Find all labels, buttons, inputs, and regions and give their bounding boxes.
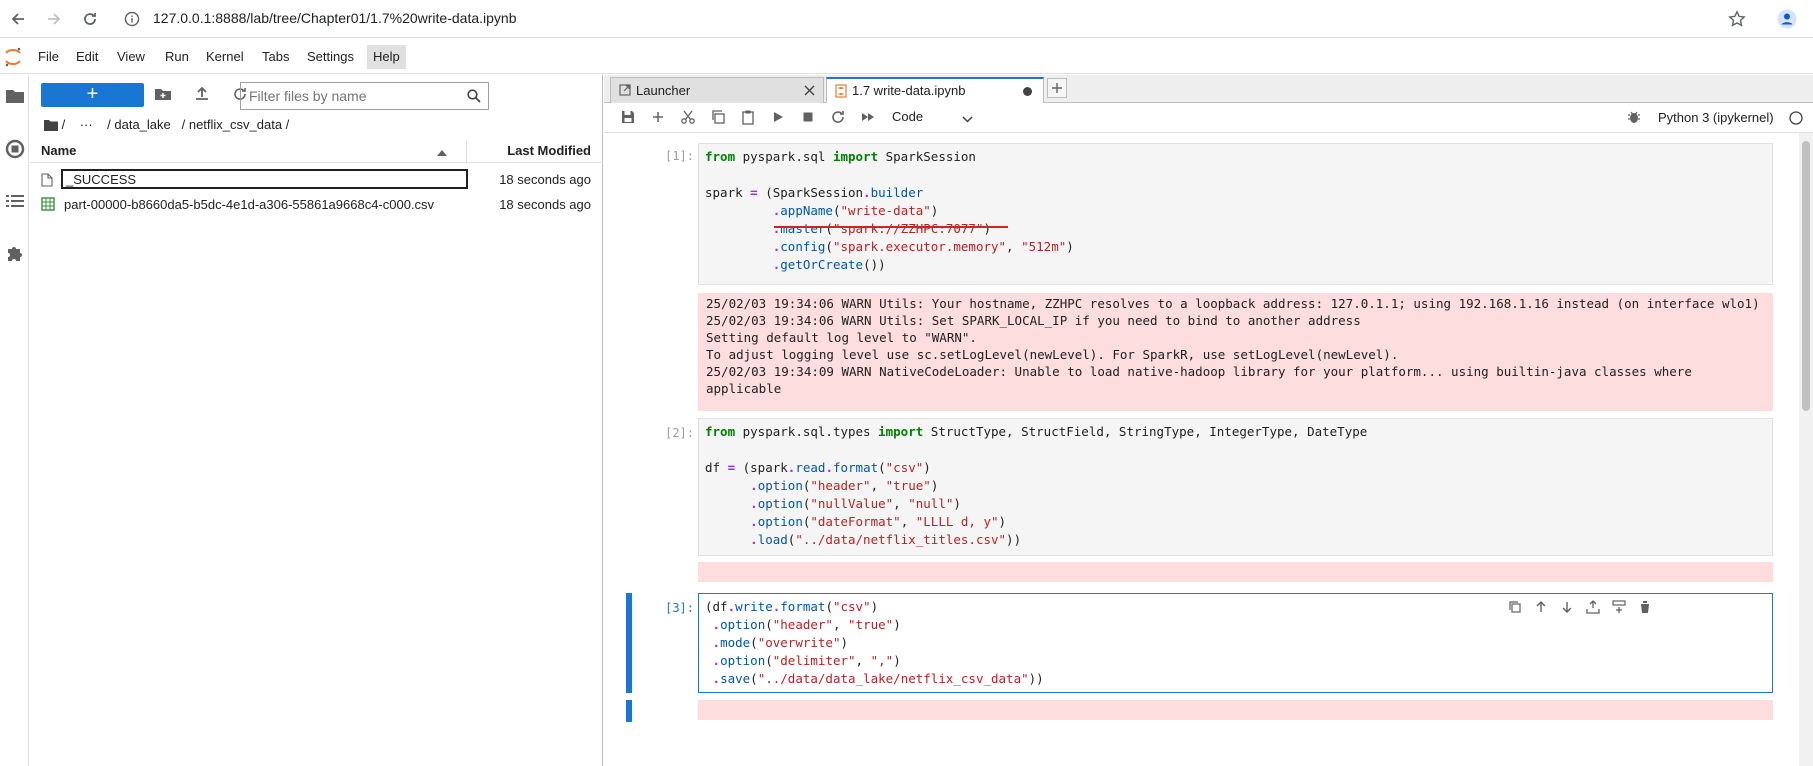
kernel-status-idle-icon bbox=[1788, 110, 1806, 128]
code-cell-editor[interactable]: from pyspark.sql.types import StructType… bbox=[698, 418, 1773, 556]
unsaved-dot-icon[interactable] bbox=[1023, 87, 1032, 96]
file-modified: 18 seconds ago bbox=[499, 197, 591, 212]
notebook-toolbar: Code Python 3 (ipykernel) bbox=[604, 103, 1813, 133]
kernel-name[interactable]: Python 3 (ipykernel) bbox=[1658, 110, 1774, 125]
csv-icon bbox=[41, 197, 55, 214]
file-name[interactable]: part-00000-b8660da5-b5dc-4e1d-a306-55861… bbox=[64, 197, 434, 212]
menubar: File Edit View Run Kernel Tabs Settings … bbox=[0, 40, 1813, 74]
back-icon[interactable] bbox=[6, 7, 30, 31]
move-up-icon[interactable] bbox=[1534, 600, 1548, 617]
bookmark-star-icon[interactable] bbox=[1725, 7, 1749, 31]
menu-kernel[interactable]: Kernel bbox=[200, 49, 250, 64]
cell-type-value: Code bbox=[892, 109, 924, 124]
move-down-icon[interactable] bbox=[1560, 600, 1574, 617]
cell-prompt: [1]: bbox=[665, 149, 694, 163]
red-underline-annotation bbox=[774, 226, 1008, 228]
breadcrumb-ellipsis[interactable]: ··· bbox=[80, 117, 93, 132]
tab-launcher[interactable]: Launcher bbox=[610, 77, 824, 103]
menu-edit[interactable]: Edit bbox=[70, 49, 104, 64]
notebook-icon bbox=[835, 84, 847, 101]
sort-ascending-icon[interactable] bbox=[437, 145, 447, 160]
tab-bar: Launcher 1.7 write-data.ipynb bbox=[604, 75, 1813, 104]
cell-stderr-output bbox=[698, 700, 1773, 720]
launcher-icon bbox=[619, 84, 631, 99]
menu-run[interactable]: Run bbox=[159, 49, 195, 64]
menu-settings[interactable]: Settings bbox=[301, 49, 360, 64]
run-icon[interactable] bbox=[770, 109, 788, 127]
save-icon[interactable] bbox=[620, 109, 638, 127]
copy-icon[interactable] bbox=[710, 109, 728, 127]
column-name-header[interactable]: Name bbox=[41, 143, 76, 158]
fast-forward-icon[interactable] bbox=[860, 109, 878, 127]
breadcrumb-netflix-csv-data[interactable]: / netflix_csv_data / bbox=[182, 117, 290, 132]
notebook-cells: [1]: from pyspark.sql import SparkSessio… bbox=[604, 133, 1784, 766]
url-bar[interactable]: 127.0.0.1:8888/lab/tree/Chapter01/1.7%20… bbox=[153, 10, 516, 26]
insert-above-icon[interactable] bbox=[1586, 600, 1600, 617]
jupyter-logo-icon bbox=[3, 46, 23, 68]
debugger-bug-icon[interactable] bbox=[1626, 109, 1644, 127]
forward-icon[interactable] bbox=[42, 7, 66, 31]
restart-icon[interactable] bbox=[830, 109, 848, 127]
profile-icon[interactable] bbox=[1775, 7, 1799, 31]
column-divider bbox=[466, 141, 467, 163]
filter-files-field[interactable] bbox=[240, 82, 489, 110]
file-name[interactable]: _SUCCESS bbox=[66, 172, 136, 187]
tab-label: 1.7 write-data.ipynb bbox=[852, 83, 966, 98]
duplicate-cell-icon[interactable] bbox=[1508, 600, 1522, 617]
cell-stderr-output: 25/02/03 19:34:06 WARN Utils: Your hostn… bbox=[698, 293, 1773, 411]
file-modified: 18 seconds ago bbox=[499, 172, 591, 187]
running-kernels-icon[interactable] bbox=[4, 138, 26, 160]
search-icon bbox=[467, 89, 481, 106]
new-folder-icon[interactable] bbox=[154, 85, 174, 105]
close-icon[interactable] bbox=[804, 84, 815, 99]
cell-stderr-output bbox=[698, 562, 1773, 582]
table-of-contents-icon[interactable] bbox=[4, 190, 26, 212]
folder-icon[interactable] bbox=[4, 85, 26, 107]
delete-cell-icon[interactable] bbox=[1638, 600, 1652, 617]
file-list-header: Name Last Modified bbox=[30, 141, 603, 163]
cell-prompt: [3]: bbox=[665, 601, 694, 615]
menu-tabs[interactable]: Tabs bbox=[256, 49, 295, 64]
scrollbar-thumb[interactable] bbox=[1802, 141, 1810, 411]
new-tab-button[interactable] bbox=[1047, 78, 1067, 98]
menu-help[interactable]: Help bbox=[367, 45, 406, 69]
paste-icon[interactable] bbox=[740, 109, 758, 127]
breadcrumb-data-lake[interactable]: / data_lake bbox=[107, 117, 171, 132]
reload-icon[interactable] bbox=[78, 7, 102, 31]
stop-icon[interactable] bbox=[800, 109, 818, 127]
breadcrumb-home-icon[interactable] bbox=[44, 119, 58, 134]
upload-icon[interactable] bbox=[193, 85, 213, 105]
insert-cell-icon[interactable] bbox=[650, 109, 668, 127]
notebook-scrollbar[interactable] bbox=[1799, 133, 1813, 766]
filter-files-input[interactable] bbox=[249, 87, 449, 105]
file-row[interactable]: _SUCCESS 18 seconds ago bbox=[30, 169, 603, 193]
main-area: Launcher 1.7 write-data.ipynb Code Pytho… bbox=[604, 75, 1813, 766]
code-cell-editor[interactable]: from pyspark.sql import SparkSession spa… bbox=[698, 143, 1773, 285]
file-browser: + / ··· / data_lake / netflix_csv_data /… bbox=[30, 75, 603, 766]
file-row[interactable]: part-00000-b8660da5-b5dc-4e1d-a306-55861… bbox=[30, 193, 603, 217]
cut-icon[interactable] bbox=[680, 109, 698, 127]
menu-view[interactable]: View bbox=[111, 49, 151, 64]
cell-prompt: [2]: bbox=[665, 426, 694, 440]
column-modified-header[interactable]: Last Modified bbox=[507, 143, 591, 158]
insert-below-icon[interactable] bbox=[1612, 600, 1626, 617]
site-info-icon[interactable] bbox=[120, 7, 144, 31]
tab-label: Launcher bbox=[636, 83, 691, 98]
cell-type-dropdown[interactable]: Code bbox=[892, 109, 974, 127]
menu-file[interactable]: File bbox=[32, 49, 65, 64]
new-launcher-button[interactable]: + bbox=[41, 83, 144, 107]
breadcrumb-root[interactable]: / bbox=[62, 117, 66, 132]
cell-toolbar bbox=[1508, 598, 1668, 618]
left-sidebar-rail bbox=[0, 75, 29, 766]
chevron-down-icon bbox=[962, 112, 973, 127]
file-icon bbox=[41, 173, 53, 190]
extension-manager-icon[interactable] bbox=[4, 242, 26, 264]
breadcrumb: / ··· / data_lake / netflix_csv_data / bbox=[44, 117, 289, 134]
browser-bar: 127.0.0.1:8888/lab/tree/Chapter01/1.7%20… bbox=[0, 0, 1813, 38]
active-cell-indicator bbox=[626, 700, 632, 722]
tab-notebook[interactable]: 1.7 write-data.ipynb bbox=[826, 77, 1044, 104]
